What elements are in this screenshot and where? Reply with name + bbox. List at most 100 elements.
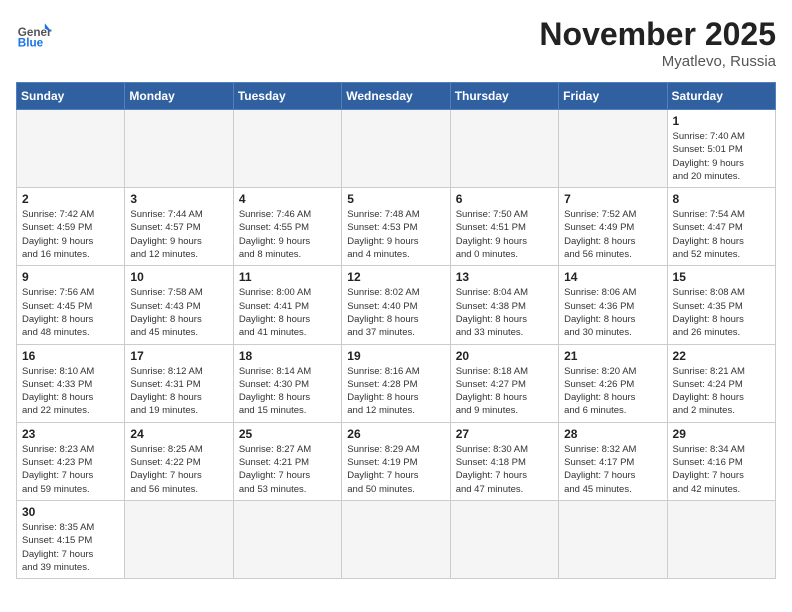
day-info: Sunrise: 7:50 AM Sunset: 4:51 PM Dayligh…: [456, 208, 553, 261]
calendar-day-cell: 4 Sunrise: 7:46 AM Sunset: 4:55 PM Daylig…: [233, 188, 341, 266]
calendar-day-cell: [17, 110, 125, 188]
calendar-day-cell: 14 Sunrise: 8:06 AM Sunset: 4:36 PM Dayli…: [559, 266, 667, 344]
calendar-day-cell: 16 Sunrise: 8:10 AM Sunset: 4:33 PM Dayli…: [17, 344, 125, 422]
day-info: Sunrise: 8:04 AM Sunset: 4:38 PM Dayligh…: [456, 286, 553, 339]
calendar-day-cell: 8 Sunrise: 7:54 AM Sunset: 4:47 PM Daylig…: [667, 188, 775, 266]
logo-icon: General Blue: [16, 16, 52, 52]
calendar-table: SundayMondayTuesdayWednesdayThursdayFrid…: [16, 82, 776, 579]
day-number: 16: [22, 349, 119, 363]
day-number: 3: [130, 192, 227, 206]
day-info: Sunrise: 7:58 AM Sunset: 4:43 PM Dayligh…: [130, 286, 227, 339]
day-info: Sunrise: 7:54 AM Sunset: 4:47 PM Dayligh…: [673, 208, 770, 261]
day-info: Sunrise: 8:12 AM Sunset: 4:31 PM Dayligh…: [130, 365, 227, 418]
weekday-header-tuesday: Tuesday: [233, 83, 341, 110]
calendar-day-cell: 6 Sunrise: 7:50 AM Sunset: 4:51 PM Daylig…: [450, 188, 558, 266]
calendar-day-cell: [342, 500, 450, 578]
calendar-day-cell: 13 Sunrise: 8:04 AM Sunset: 4:38 PM Dayli…: [450, 266, 558, 344]
weekday-header-row: SundayMondayTuesdayWednesdayThursdayFrid…: [17, 83, 776, 110]
day-number: 19: [347, 349, 444, 363]
weekday-header-wednesday: Wednesday: [342, 83, 450, 110]
day-info: Sunrise: 7:48 AM Sunset: 4:53 PM Dayligh…: [347, 208, 444, 261]
calendar-week-row: 1 Sunrise: 7:40 AM Sunset: 5:01 PM Daylig…: [17, 110, 776, 188]
day-number: 7: [564, 192, 661, 206]
calendar-day-cell: 11 Sunrise: 8:00 AM Sunset: 4:41 PM Dayli…: [233, 266, 341, 344]
calendar-day-cell: 5 Sunrise: 7:48 AM Sunset: 4:53 PM Daylig…: [342, 188, 450, 266]
day-number: 21: [564, 349, 661, 363]
day-info: Sunrise: 8:00 AM Sunset: 4:41 PM Dayligh…: [239, 286, 336, 339]
calendar-day-cell: 29Sunrise: 8:34 AM Sunset: 4:16 PM Dayli…: [667, 422, 775, 500]
weekday-header-thursday: Thursday: [450, 83, 558, 110]
day-number: 15: [673, 270, 770, 284]
day-info: Sunrise: 8:14 AM Sunset: 4:30 PM Dayligh…: [239, 365, 336, 418]
calendar-day-cell: 27 Sunrise: 8:30 AM Sunset: 4:18 PM Dayli…: [450, 422, 558, 500]
day-number: 6: [456, 192, 553, 206]
day-number: 30: [22, 505, 119, 519]
calendar-day-cell: 25Sunrise: 8:27 AM Sunset: 4:21 PM Dayli…: [233, 422, 341, 500]
day-info: Sunrise: 8:25 AM Sunset: 4:22 PM Dayligh…: [130, 443, 227, 496]
day-number: 13: [456, 270, 553, 284]
calendar-week-row: 23Sunrise: 8:23 AM Sunset: 4:23 PM Dayli…: [17, 422, 776, 500]
calendar-day-cell: 19 Sunrise: 8:16 AM Sunset: 4:28 PM Dayli…: [342, 344, 450, 422]
calendar-day-cell: 9Sunrise: 7:56 AM Sunset: 4:45 PM Daylig…: [17, 266, 125, 344]
calendar-day-cell: [342, 110, 450, 188]
calendar-day-cell: [559, 500, 667, 578]
day-info: Sunrise: 8:02 AM Sunset: 4:40 PM Dayligh…: [347, 286, 444, 339]
svg-text:Blue: Blue: [18, 37, 44, 50]
day-number: 1: [673, 114, 770, 128]
calendar-day-cell: 21Sunrise: 8:20 AM Sunset: 4:26 PM Dayli…: [559, 344, 667, 422]
day-number: 22: [673, 349, 770, 363]
day-number: 8: [673, 192, 770, 206]
calendar-week-row: 9Sunrise: 7:56 AM Sunset: 4:45 PM Daylig…: [17, 266, 776, 344]
calendar-day-cell: 22 Sunrise: 8:21 AM Sunset: 4:24 PM Dayli…: [667, 344, 775, 422]
day-number: 26: [347, 427, 444, 441]
calendar-day-cell: [450, 500, 558, 578]
day-number: 11: [239, 270, 336, 284]
calendar-day-cell: 12 Sunrise: 8:02 AM Sunset: 4:40 PM Dayli…: [342, 266, 450, 344]
calendar-day-cell: 3Sunrise: 7:44 AM Sunset: 4:57 PM Daylig…: [125, 188, 233, 266]
day-number: 10: [130, 270, 227, 284]
day-number: 5: [347, 192, 444, 206]
day-info: Sunrise: 8:29 AM Sunset: 4:19 PM Dayligh…: [347, 443, 444, 496]
calendar-day-cell: 10 Sunrise: 7:58 AM Sunset: 4:43 PM Dayli…: [125, 266, 233, 344]
day-number: 20: [456, 349, 553, 363]
day-info: Sunrise: 8:30 AM Sunset: 4:18 PM Dayligh…: [456, 443, 553, 496]
logo: General Blue: [16, 16, 52, 52]
day-info: Sunrise: 8:23 AM Sunset: 4:23 PM Dayligh…: [22, 443, 119, 496]
day-info: Sunrise: 7:46 AM Sunset: 4:55 PM Dayligh…: [239, 208, 336, 261]
calendar-day-cell: 15 Sunrise: 8:08 AM Sunset: 4:35 PM Dayli…: [667, 266, 775, 344]
calendar-day-cell: 18Sunrise: 8:14 AM Sunset: 4:30 PM Dayli…: [233, 344, 341, 422]
day-number: 2: [22, 192, 119, 206]
calendar-day-cell: 30Sunrise: 8:35 AM Sunset: 4:15 PM Dayli…: [17, 500, 125, 578]
location-subtitle: Myatlevo, Russia: [539, 53, 776, 70]
weekday-header-monday: Monday: [125, 83, 233, 110]
day-info: Sunrise: 7:56 AM Sunset: 4:45 PM Dayligh…: [22, 286, 119, 339]
title-block: November 2025 Myatlevo, Russia: [539, 16, 776, 70]
calendar-day-cell: [450, 110, 558, 188]
day-info: Sunrise: 8:32 AM Sunset: 4:17 PM Dayligh…: [564, 443, 661, 496]
day-number: 25: [239, 427, 336, 441]
day-info: Sunrise: 8:21 AM Sunset: 4:24 PM Dayligh…: [673, 365, 770, 418]
day-number: 4: [239, 192, 336, 206]
day-number: 12: [347, 270, 444, 284]
weekday-header-saturday: Saturday: [667, 83, 775, 110]
day-number: 14: [564, 270, 661, 284]
calendar-day-cell: 24Sunrise: 8:25 AM Sunset: 4:22 PM Dayli…: [125, 422, 233, 500]
day-info: Sunrise: 8:08 AM Sunset: 4:35 PM Dayligh…: [673, 286, 770, 339]
day-info: Sunrise: 8:18 AM Sunset: 4:27 PM Dayligh…: [456, 365, 553, 418]
calendar-day-cell: [559, 110, 667, 188]
calendar-day-cell: 7 Sunrise: 7:52 AM Sunset: 4:49 PM Daylig…: [559, 188, 667, 266]
day-info: Sunrise: 7:52 AM Sunset: 4:49 PM Dayligh…: [564, 208, 661, 261]
calendar-day-cell: 20 Sunrise: 8:18 AM Sunset: 4:27 PM Dayli…: [450, 344, 558, 422]
day-info: Sunrise: 8:16 AM Sunset: 4:28 PM Dayligh…: [347, 365, 444, 418]
calendar-day-cell: [125, 110, 233, 188]
calendar-day-cell: 17Sunrise: 8:12 AM Sunset: 4:31 PM Dayli…: [125, 344, 233, 422]
calendar-week-row: 16 Sunrise: 8:10 AM Sunset: 4:33 PM Dayli…: [17, 344, 776, 422]
day-info: Sunrise: 7:40 AM Sunset: 5:01 PM Dayligh…: [673, 130, 770, 183]
day-info: Sunrise: 8:06 AM Sunset: 4:36 PM Dayligh…: [564, 286, 661, 339]
day-info: Sunrise: 8:34 AM Sunset: 4:16 PM Dayligh…: [673, 443, 770, 496]
calendar-day-cell: [233, 500, 341, 578]
day-info: Sunrise: 8:10 AM Sunset: 4:33 PM Dayligh…: [22, 365, 119, 418]
day-number: 27: [456, 427, 553, 441]
calendar-week-row: 2Sunrise: 7:42 AM Sunset: 4:59 PM Daylig…: [17, 188, 776, 266]
weekday-header-sunday: Sunday: [17, 83, 125, 110]
